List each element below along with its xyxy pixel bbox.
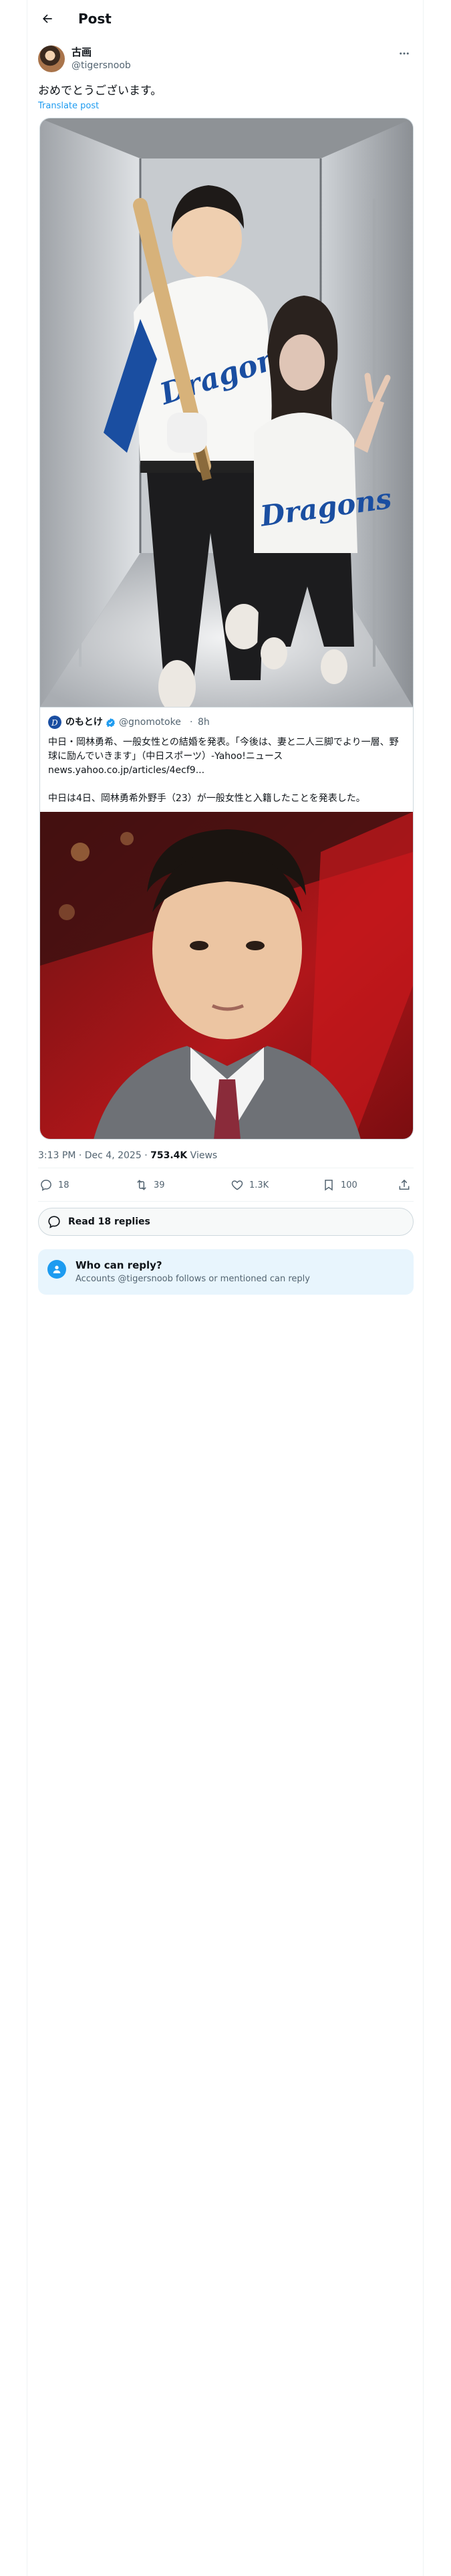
- post-timestamp: 3:13 PM · Dec 4, 2025 · 753.4K Views: [38, 1149, 217, 1162]
- reply-count: 18: [58, 1180, 69, 1190]
- repost-icon: [137, 1180, 146, 1190]
- views-label: Views: [187, 1150, 218, 1161]
- action-bar: 18 39 1.3K 100: [38, 1170, 414, 1200]
- quoted-time: 8h: [198, 717, 210, 728]
- author-handle[interactable]: @tigersnoob: [71, 60, 131, 72]
- like-button[interactable]: 1.3K: [231, 1170, 269, 1200]
- bookmark-icon: [325, 1180, 333, 1191]
- svg-text:D: D: [51, 718, 58, 728]
- more-icon: [400, 52, 409, 55]
- read-replies-label: Read 18 replies: [68, 1216, 150, 1227]
- share-button[interactable]: [398, 1170, 411, 1200]
- quoted-separator: ·: [190, 717, 193, 728]
- bookmark-count: 100: [341, 1180, 357, 1190]
- reply-button[interactable]: 18: [39, 1170, 69, 1200]
- more-button[interactable]: [395, 47, 414, 60]
- who-can-reply-subtitle: Accounts @tigersnoob follows or mentione…: [76, 1274, 310, 1284]
- speech-bubble-icon: [48, 1216, 60, 1228]
- media-card: Dragons Dragons D のもとけ @gnomotoke · 8h 中…: [39, 118, 414, 1140]
- top-bar: Post: [27, 0, 424, 37]
- avatar[interactable]: [38, 45, 65, 72]
- share-icon: [399, 1179, 410, 1190]
- who-can-reply-title: Who can reply?: [76, 1259, 162, 1271]
- repost-button[interactable]: 39: [135, 1170, 165, 1200]
- read-replies-button[interactable]: Read 18 replies: [38, 1208, 414, 1236]
- user-icon: [47, 1260, 66, 1279]
- quoted-author-name: のもとけ: [65, 717, 103, 728]
- bookmark-button[interactable]: 100: [322, 1170, 357, 1200]
- verified-badge-icon: [106, 718, 116, 728]
- quoted-post[interactable]: D のもとけ @gnomotoke · 8h 中日・岡林勇希、一般女性との結婚を…: [40, 707, 413, 1139]
- quoted-avatar: D: [48, 716, 61, 729]
- portrait-photo: [40, 812, 413, 1139]
- main-column: Post 古画 @tigersnoob おめでとうございます。 Translat…: [27, 0, 424, 2576]
- quoted-author-handle: @gnomotoke: [119, 717, 181, 728]
- who-can-reply-panel: Who can reply? Accounts @tigersnoob foll…: [38, 1249, 414, 1295]
- like-icon: [231, 1180, 243, 1190]
- post-text: おめでとうございます。: [38, 84, 162, 98]
- quoted-text: 中日・岡林勇希、一般女性との結婚を発表。「今後は、妻と二人三脚でより一層、野球に…: [48, 737, 399, 804]
- repost-count: 39: [154, 1180, 165, 1190]
- reply-icon: [41, 1180, 51, 1191]
- post-author: 古画 @tigersnoob: [38, 45, 414, 75]
- translate-post-link[interactable]: Translate post: [38, 100, 99, 112]
- quoted-post-header: D のもとけ @gnomotoke · 8h: [48, 716, 409, 729]
- back-arrow-icon: [43, 14, 52, 23]
- author-name[interactable]: 古画: [71, 45, 92, 59]
- views-count: 753.4K: [150, 1150, 188, 1161]
- divider: [38, 1201, 414, 1202]
- like-count: 1.3K: [249, 1180, 269, 1190]
- timestamp-text[interactable]: 3:13 PM · Dec 4, 2025 ·: [38, 1150, 150, 1161]
- elevator-photo[interactable]: Dragons Dragons: [40, 118, 413, 707]
- page-title: Post: [78, 11, 112, 27]
- back-button[interactable]: [37, 8, 58, 29]
